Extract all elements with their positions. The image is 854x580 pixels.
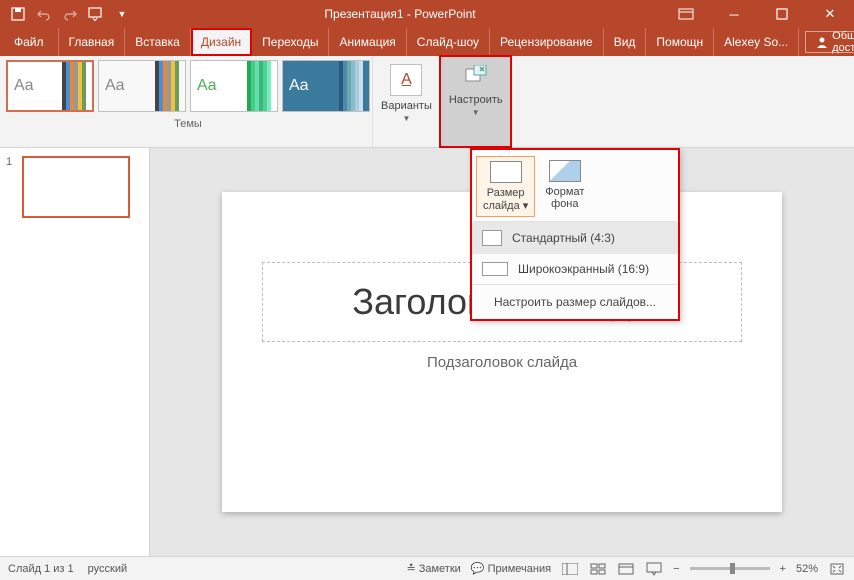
chevron-down-icon: ▼ <box>472 108 480 117</box>
option-custom-size[interactable]: Настроить размер слайдов... <box>472 284 678 319</box>
tab-help[interactable]: Помощн <box>646 28 714 56</box>
slideshow-qat-icon[interactable] <box>84 2 108 26</box>
user-label[interactable]: Alexey So... <box>714 28 799 56</box>
title-bar: ▼ Презентация1 - PowerPoint ─ ✕ <box>0 0 854 28</box>
option-widescreen-169[interactable]: Широкоэкранный (16:9) <box>472 254 678 284</box>
tab-design[interactable]: Дизайн <box>191 28 252 56</box>
slide-number: 1 <box>6 156 12 168</box>
zoom-out-button[interactable]: − <box>673 563 679 575</box>
ribbon-display-icon[interactable] <box>666 2 706 26</box>
tab-file[interactable]: Файл <box>0 28 59 56</box>
chevron-down-icon: ▼ <box>402 114 410 123</box>
customize-group[interactable]: Настроить ▼ <box>440 56 511 147</box>
fit-window-icon[interactable] <box>828 561 846 577</box>
share-button[interactable]: Общий доступ <box>805 31 854 53</box>
ratio-43-icon <box>482 230 502 246</box>
slide-size-icon <box>490 161 522 183</box>
tab-transitions[interactable]: Переходы <box>252 28 329 56</box>
slideshow-view-icon[interactable] <box>645 561 663 577</box>
variants-icon: A̲ <box>390 64 422 96</box>
customize-dropdown: Размер слайда ▾ Формат фона Стандартный … <box>470 148 680 321</box>
zoom-level[interactable]: 52% <box>796 563 818 575</box>
zoom-slider[interactable] <box>690 567 770 570</box>
undo-icon[interactable] <box>32 2 56 26</box>
customize-icon <box>460 62 492 90</box>
window-title: Презентация1 - PowerPoint <box>134 7 666 21</box>
maximize-button[interactable] <box>762 2 802 26</box>
theme-thumb-1[interactable]: Aa <box>6 60 94 112</box>
tab-insert[interactable]: Вставка <box>125 28 191 56</box>
zoom-in-button[interactable]: + <box>780 563 786 575</box>
themes-group: Aa Aa Aa Aa Темы <box>0 56 372 147</box>
close-button[interactable]: ✕ <box>810 2 850 26</box>
workspace: 1 Заголовок слайда Подзаголовок слайда <box>0 148 854 556</box>
status-bar: Слайд 1 из 1 русский ≛ Заметки 💬 Примеча… <box>0 556 854 580</box>
slide-counter[interactable]: Слайд 1 из 1 <box>8 563 74 575</box>
person-icon <box>816 36 828 48</box>
format-bg-icon <box>549 160 581 182</box>
slide-subtitle-placeholder[interactable]: Подзаголовок слайда <box>262 347 742 377</box>
slide-panel: 1 <box>0 148 150 556</box>
slide-size-button[interactable]: Размер слайда ▾ <box>476 156 535 217</box>
qat-dropdown-icon[interactable]: ▼ <box>110 2 134 26</box>
language-indicator[interactable]: русский <box>88 563 127 575</box>
theme-thumb-2[interactable]: Aa <box>98 60 186 112</box>
notes-button[interactable]: ≛ Заметки <box>406 562 460 575</box>
ribbon-tabs: Файл Главная Вставка Дизайн Переходы Ани… <box>0 28 854 56</box>
quick-access-toolbar: ▼ <box>0 2 134 26</box>
redo-icon[interactable] <box>58 2 82 26</box>
tab-view[interactable]: Вид <box>604 28 647 56</box>
theme-thumb-4[interactable]: Aa <box>282 60 370 112</box>
themes-group-label: Темы <box>6 118 370 130</box>
option-standard-43[interactable]: Стандартный (4:3) <box>472 222 678 254</box>
save-icon[interactable] <box>6 2 30 26</box>
slide-thumbnail-1[interactable] <box>22 156 130 218</box>
minimize-button[interactable]: ─ <box>714 2 754 26</box>
theme-thumb-3[interactable]: Aa <box>190 60 278 112</box>
sorter-view-icon[interactable] <box>589 561 607 577</box>
reading-view-icon[interactable] <box>617 561 635 577</box>
ribbon-body: Aa Aa Aa Aa Темы A̲ Варианты ▼ Настроить… <box>0 56 854 148</box>
format-background-button[interactable]: Формат фона <box>539 156 590 217</box>
tab-slideshow[interactable]: Слайд-шоу <box>407 28 490 56</box>
normal-view-icon[interactable] <box>561 561 579 577</box>
ratio-169-icon <box>482 262 508 276</box>
tab-animation[interactable]: Анимация <box>329 28 406 56</box>
comments-button[interactable]: 💬 Примечания <box>471 562 551 575</box>
tab-review[interactable]: Рецензирование <box>490 28 604 56</box>
tab-home[interactable]: Главная <box>59 28 126 56</box>
variants-group[interactable]: A̲ Варианты ▼ <box>372 56 440 147</box>
